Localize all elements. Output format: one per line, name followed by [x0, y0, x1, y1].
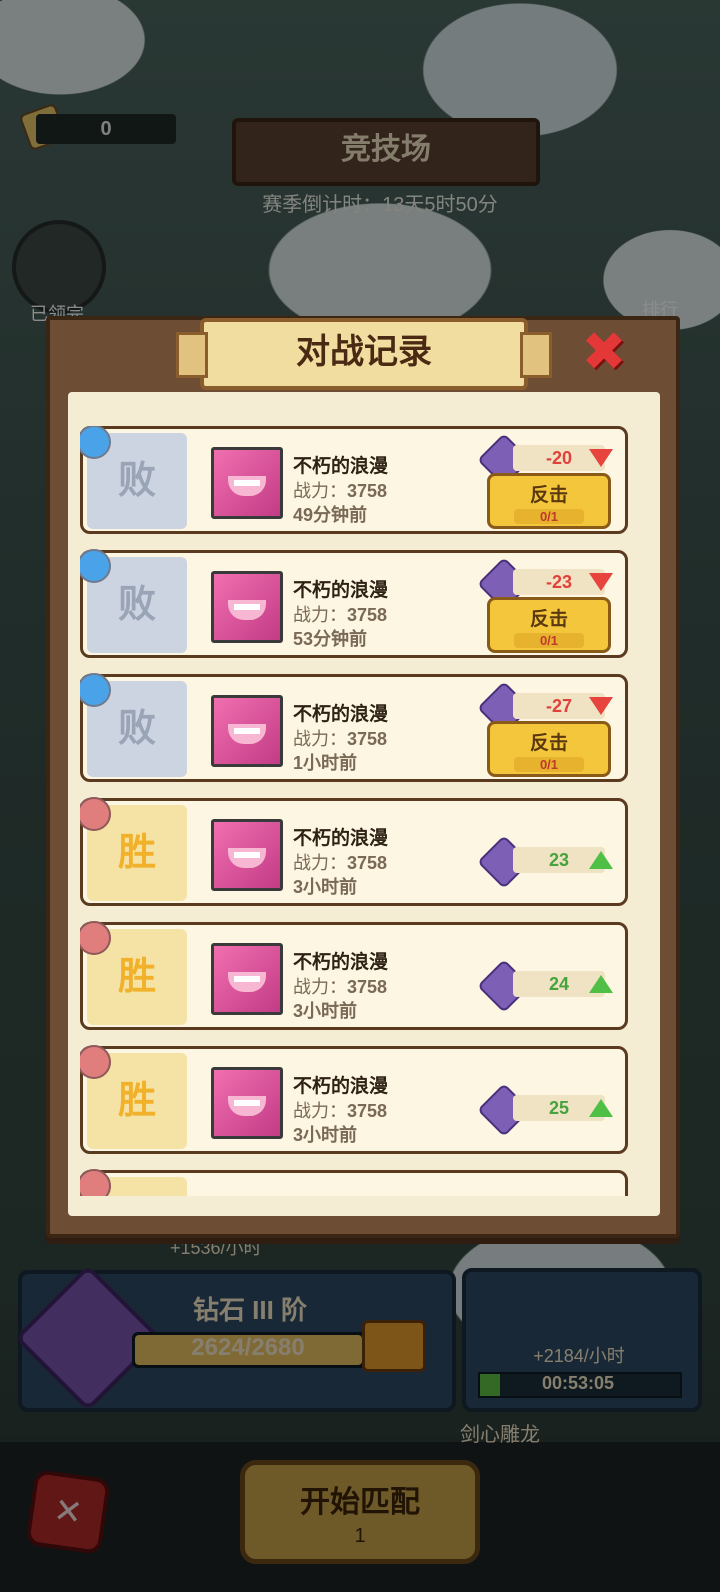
opponent-avatar[interactable]: [211, 695, 283, 767]
avatar-face: [228, 600, 266, 620]
power-label: 战力：: [293, 977, 347, 997]
avatar-face: [228, 724, 266, 744]
opponent-name: 不朽的浪漫: [293, 828, 389, 849]
avatar-face: [228, 972, 266, 992]
avatar-face: [228, 848, 266, 868]
power-label: 战力：: [293, 481, 347, 501]
counterattack-label: 反击: [529, 733, 568, 754]
power-value: 3758: [347, 729, 388, 749]
opponent-power: 战力：3758: [293, 849, 387, 875]
battle-time: 1小时前: [293, 753, 358, 773]
avatar-teeth: [234, 1100, 260, 1106]
opponent-avatar[interactable]: [211, 1067, 283, 1139]
opponent-power: 战力：3758: [293, 477, 387, 503]
arrow-up-icon: [589, 1099, 613, 1117]
opponent-avatar[interactable]: [211, 943, 283, 1015]
battle-record-card: 胜不朽的浪漫 战力：3758 3小时前 23: [80, 797, 628, 906]
power-value: 3758: [347, 605, 388, 625]
counterattack-cost: 0/1: [514, 757, 584, 772]
opponent-name: 不朽的浪漫: [293, 456, 389, 477]
opponent-avatar[interactable]: [211, 571, 283, 643]
counterattack-cost: 0/1: [514, 633, 584, 648]
arrow-down-icon: [589, 449, 613, 467]
attack-swords-icon: [80, 1169, 111, 1196]
opponent-name: 不朽的浪漫: [293, 580, 389, 601]
power-label: 战力：: [293, 853, 347, 873]
battle-time: 53分钟前: [293, 629, 368, 649]
avatar-face: [228, 1096, 266, 1116]
avatar-teeth: [234, 604, 260, 610]
arrow-up-icon: [589, 851, 613, 869]
avatar-teeth: [234, 480, 260, 486]
arrow-up-icon: [589, 975, 613, 993]
avatar-teeth: [234, 728, 260, 734]
power-value: 3758: [347, 853, 388, 873]
counterattack-button[interactable]: 反击 0/1: [487, 721, 611, 777]
avatar-teeth: [234, 976, 260, 982]
battle-time: 3小时前: [293, 1001, 358, 1021]
battle-record-card: 败不朽的浪漫 战力：3758 53分钟前 -23 反击 0/1: [80, 549, 628, 658]
opponent-power: 战力：3758: [293, 601, 387, 627]
counterattack-cost: 0/1: [514, 509, 584, 524]
opponent-power: 战力：3758: [293, 725, 387, 751]
counterattack-label: 反击: [529, 485, 568, 506]
battle-record-list[interactable]: 败不朽的浪漫 战力：3758 49分钟前 -20 反击 0/1 败不朽的浪漫 战力：3758 5…: [80, 426, 632, 1196]
opponent-name: 不朽的浪漫: [293, 952, 389, 973]
power-value: 3758: [347, 481, 388, 501]
opponent-power: 战力：3758: [293, 1097, 387, 1123]
battle-time: 49分钟前: [293, 505, 368, 525]
opponent-avatar[interactable]: [211, 447, 283, 519]
battle-record-card: 胜不朽的浪漫 战力：3758 3小时前 24: [80, 921, 628, 1030]
avatar-face: [228, 476, 266, 496]
close-icon[interactable]: ✖: [578, 325, 630, 379]
arrow-down-icon: [589, 697, 613, 715]
power-label: 战力：: [293, 1101, 347, 1121]
modal-title: 对战记录: [176, 318, 552, 390]
battle-time: 3小时前: [293, 1125, 358, 1145]
counterattack-button[interactable]: 反击 0/1: [487, 473, 611, 529]
power-label: 战力：: [293, 605, 347, 625]
battle-record-card: 败不朽的浪漫 战力：3758 1小时前 -27 反击 0/1: [80, 673, 628, 782]
opponent-avatar[interactable]: [211, 819, 283, 891]
avatar-teeth: [234, 852, 260, 858]
opponent-power: 战力：3758: [293, 973, 387, 999]
battle-time: 3小时前: [293, 877, 358, 897]
battle-record-card: 败不朽的浪漫 战力：3758 49分钟前 -20 反击 0/1: [80, 426, 628, 534]
arrow-down-icon: [589, 573, 613, 591]
battle-record-card: 胜不朽的浪漫 战力：3758 3小时前 25: [80, 1045, 628, 1154]
opponent-name: 不朽的浪漫: [293, 1076, 389, 1097]
power-label: 战力：: [293, 729, 347, 749]
power-value: 3758: [347, 977, 388, 997]
counterattack-label: 反击: [529, 609, 568, 630]
opponent-name: 不朽的浪漫: [293, 704, 389, 725]
power-value: 3758: [347, 1101, 388, 1121]
battle-record-card-partial: [80, 1169, 628, 1196]
counterattack-button[interactable]: 反击 0/1: [487, 597, 611, 653]
